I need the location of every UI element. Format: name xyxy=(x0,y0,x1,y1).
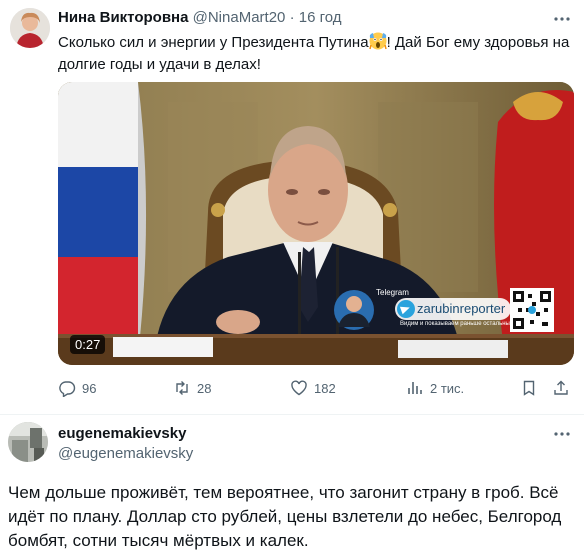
watermark-channel: zarubinreporter xyxy=(395,298,511,320)
tweet-nina[interactable]: Нина Викторовна @NinaMart20 · 16 год Ско… xyxy=(0,0,584,414)
avatar[interactable] xyxy=(8,422,48,462)
repost-button[interactable]: 28 xyxy=(173,378,211,398)
video-player[interactable]: Telegram zarubinreporter Видим и показыв… xyxy=(58,82,574,365)
like-button[interactable]: 182 xyxy=(290,378,336,398)
scream-emoji-icon xyxy=(368,32,387,50)
tweet-eugene[interactable]: eugenemakievsky @eugenemakievsky Чем дол… xyxy=(0,415,584,551)
like-icon xyxy=(291,380,307,396)
tweet-text-part1: Сколько сил и энергии у Президента Путин… xyxy=(58,34,369,51)
author-handle[interactable]: @eugenemakievsky xyxy=(58,445,193,462)
tweet-text: Чем дольше проживёт, тем вероятнее, что … xyxy=(8,483,562,550)
video-duration: 0:27 xyxy=(70,335,106,354)
avatar[interactable] xyxy=(10,8,50,48)
timestamp[interactable]: 16 год xyxy=(299,9,342,26)
watermark-channel-name: zarubinreporter xyxy=(417,301,506,316)
author-name[interactable]: eugenemakievsky xyxy=(58,425,186,442)
tweet-header: Нина Викторовна @NinaMart20 · 16 год xyxy=(58,9,568,29)
author-name[interactable]: Нина Викторовна xyxy=(58,9,188,26)
repost-icon xyxy=(176,381,188,395)
like-count: 182 xyxy=(314,380,336,396)
separator: · xyxy=(289,9,295,26)
telegram-icon xyxy=(397,300,415,318)
reply-button[interactable]: 96 xyxy=(58,378,96,398)
watermark-tag: Telegram xyxy=(376,288,409,297)
share-button[interactable] xyxy=(552,378,570,398)
bookmark-icon xyxy=(523,380,535,396)
author-handle[interactable]: @NinaMart20 xyxy=(193,9,286,26)
more-icon[interactable] xyxy=(552,11,572,27)
views-count: 2 тис. xyxy=(430,380,465,396)
reply-icon xyxy=(59,381,76,397)
views-button[interactable]: 2 тис. xyxy=(406,378,464,398)
tweet-text: Сколько сил и энергии у Президента Путин… xyxy=(58,32,578,76)
tweet-actions: 96 28 182 2 тис. xyxy=(58,378,574,398)
watermark-slogan: Видим и показываем раньше остальных xyxy=(400,321,513,327)
repost-count: 28 xyxy=(197,380,212,396)
share-icon xyxy=(554,380,568,395)
more-icon[interactable] xyxy=(552,426,572,442)
views-icon xyxy=(408,382,422,394)
bookmark-button[interactable] xyxy=(520,378,538,398)
reply-count: 96 xyxy=(82,380,97,396)
